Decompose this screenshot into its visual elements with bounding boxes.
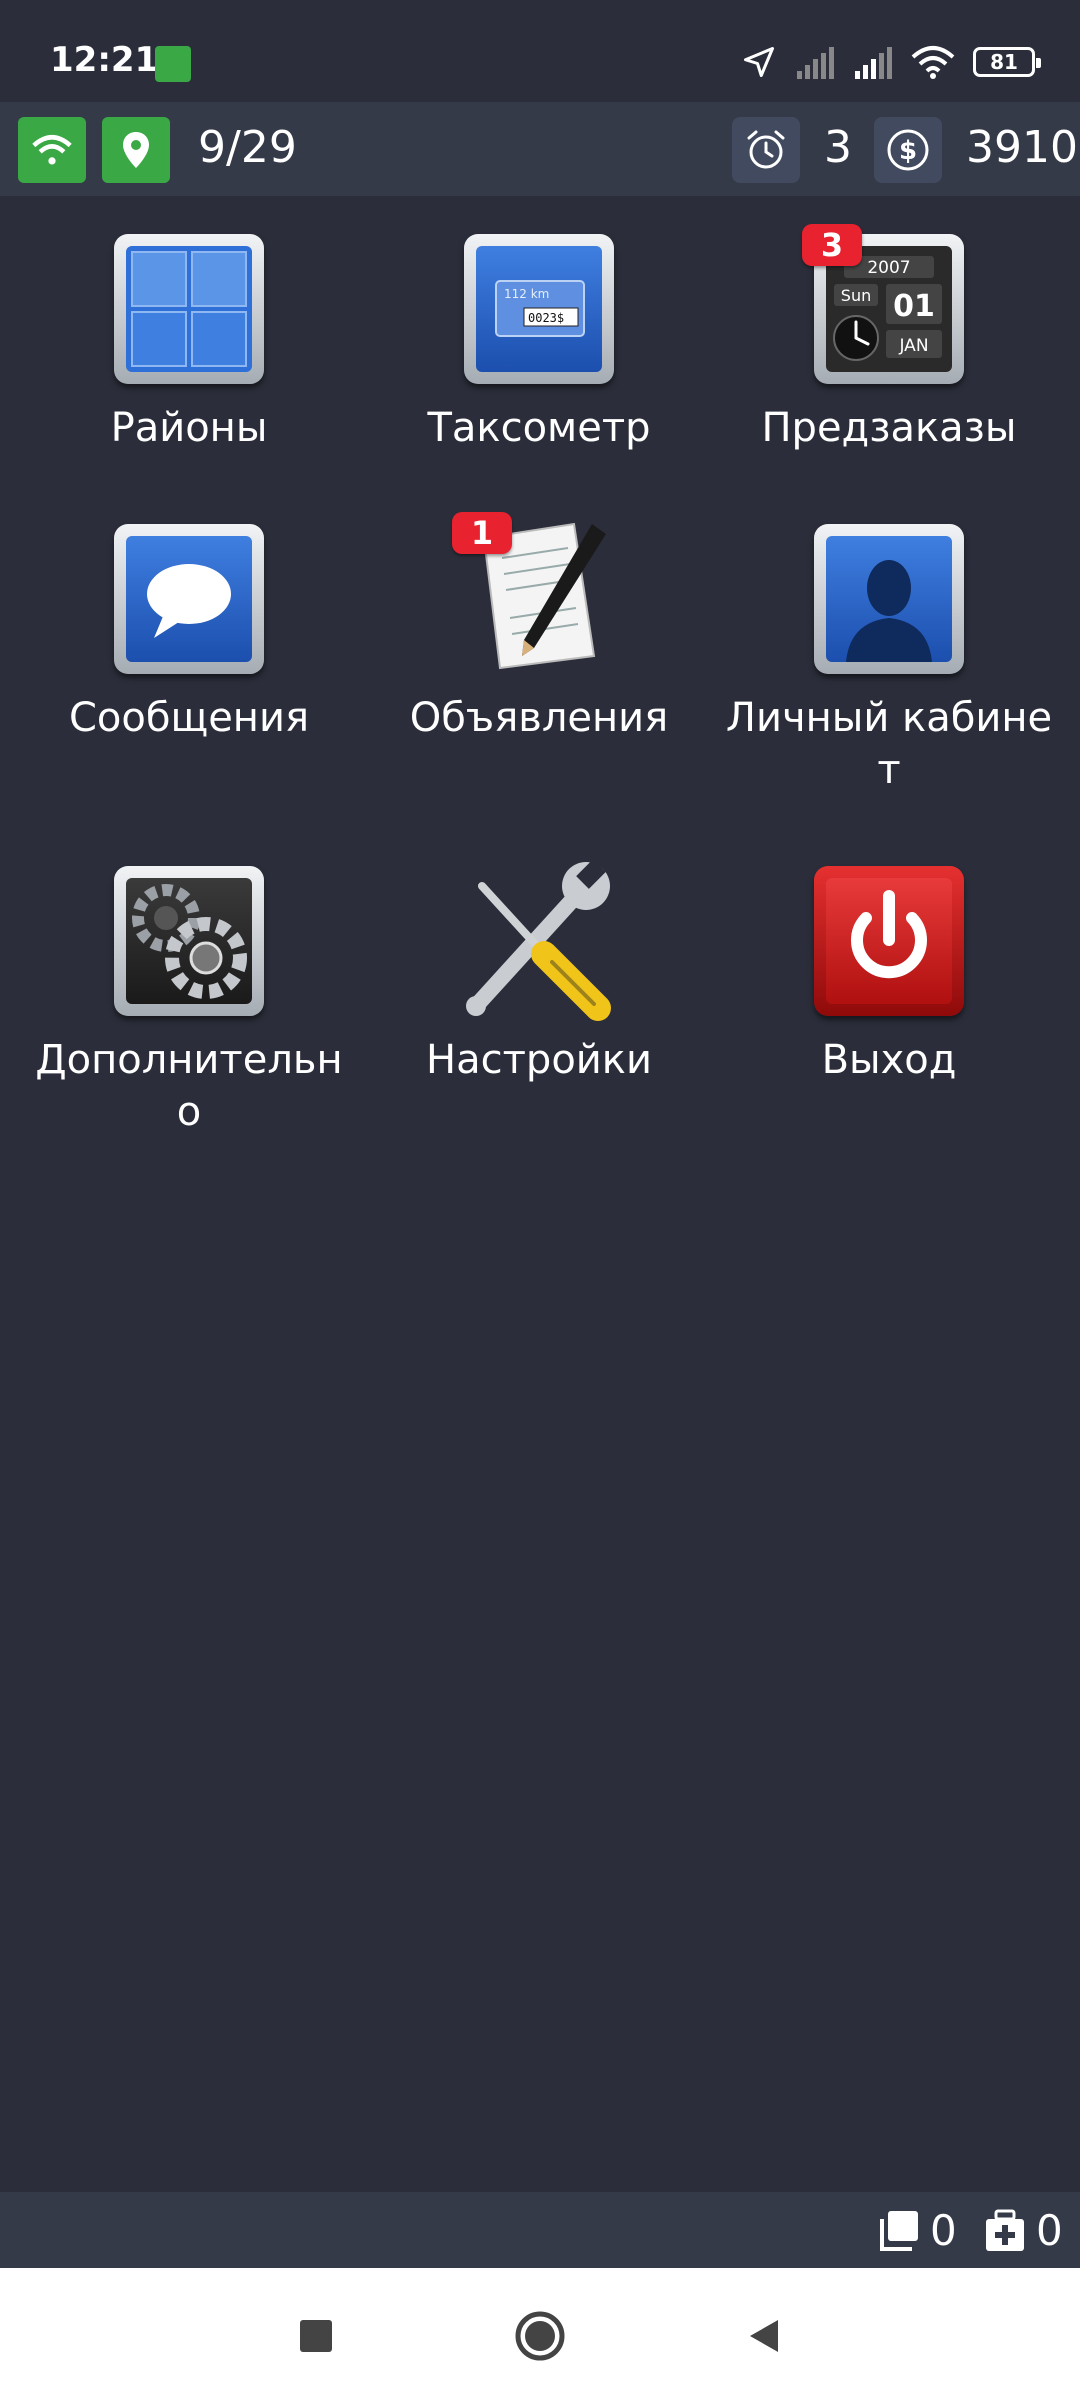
square-icon	[300, 2320, 332, 2352]
queue-counter: 9/29	[198, 122, 297, 173]
system-nav-bar	[0, 2268, 1080, 2400]
wifi-status-button[interactable]	[18, 117, 86, 183]
tile-taximeter[interactable]: 112 km 0023$ Таксометр	[364, 234, 714, 454]
balance-button[interactable]: $	[874, 117, 942, 183]
tile-messages[interactable]: Сообщения	[14, 524, 364, 744]
alarm-count: 3	[824, 122, 852, 173]
announcements-badge: 1	[452, 512, 512, 554]
tile-districts[interactable]: Районы	[14, 234, 364, 454]
tile-label: Дополнительно	[35, 1037, 343, 1135]
location-arrow-icon	[744, 47, 774, 77]
signal-icon	[855, 47, 892, 79]
calendar-weekday: Sun	[841, 286, 871, 305]
calendar-year: 2007	[867, 258, 910, 278]
tile-label: Предзаказы	[761, 405, 1017, 451]
user-silhouette-icon	[814, 524, 964, 674]
taximeter-icon: 112 km 0023$	[464, 234, 614, 384]
location-pin-icon	[123, 132, 149, 168]
calendar-day: 01	[893, 289, 935, 324]
tile-settings[interactable]: Настройки	[364, 859, 714, 1086]
tile-announcements[interactable]: 1 Объявления	[364, 512, 714, 744]
tile-label: Районы	[110, 405, 268, 451]
wifi-icon	[911, 46, 955, 79]
battery-icon: 81	[973, 47, 1041, 77]
gears-icon	[114, 866, 264, 1016]
tile-label: Выход	[821, 1037, 957, 1083]
alarm-clock-icon	[747, 130, 785, 169]
tile-label: Таксометр	[427, 405, 651, 451]
signal-icon	[797, 47, 834, 79]
calendar-month: JAN	[898, 336, 928, 356]
taximeter-amount: 0023$	[528, 311, 564, 325]
svg-text:$: $	[899, 136, 917, 166]
copy-stack-icon	[880, 2210, 918, 2251]
notepad-pen-icon: 1	[452, 512, 614, 674]
battery-level: 81	[990, 50, 1018, 74]
status-bar: 12:21 81	[0, 0, 1080, 100]
districts-grid-icon	[114, 234, 264, 384]
bottom-bar: 0 0	[0, 2192, 1080, 2268]
tile-personal-account[interactable]: Личный кабинет	[714, 524, 1064, 796]
taximeter-distance: 112 km	[504, 287, 549, 301]
speech-bubble-icon	[114, 524, 264, 674]
dollar-coin-icon: $	[887, 129, 929, 171]
tile-label: Сообщения	[68, 695, 310, 741]
status-icons: 81	[741, 42, 1041, 82]
home-button[interactable]	[512, 2308, 568, 2364]
status-time: 12:21	[50, 40, 159, 80]
tile-additional[interactable]: Дополнительно	[14, 866, 364, 1138]
orders-counter[interactable]: 0	[876, 2206, 957, 2255]
tile-preorders[interactable]: 2007 Sun 01 JAN 3 Предзаказы	[714, 224, 1064, 454]
medical-count: 0	[1036, 2206, 1063, 2255]
triangle-back-icon	[750, 2320, 778, 2352]
location-status-button[interactable]	[102, 117, 170, 183]
power-icon	[814, 866, 964, 1016]
balance-value: 3910	[966, 122, 1078, 173]
orders-count: 0	[930, 2206, 957, 2255]
recent-apps-button[interactable]	[288, 2308, 344, 2364]
tile-exit[interactable]: Выход	[714, 866, 1064, 1086]
alarm-button[interactable]	[732, 117, 800, 183]
back-button[interactable]	[736, 2308, 792, 2364]
medical-kit-icon	[986, 2209, 1024, 2251]
info-bar: 9/29 3 $ 3910	[0, 102, 1080, 196]
tile-label: Личный кабинет	[725, 695, 1053, 793]
tools-icon	[464, 859, 614, 1021]
app-notification-icon	[155, 46, 191, 82]
medical-counter[interactable]: 0	[984, 2206, 1063, 2255]
wifi-icon	[32, 135, 72, 165]
circle-icon	[515, 2311, 565, 2361]
tile-label: Объявления	[409, 695, 669, 741]
preorders-badge: 3	[802, 224, 862, 266]
tile-label: Настройки	[426, 1037, 652, 1083]
calendar-clock-icon: 2007 Sun 01 JAN 3	[802, 224, 964, 384]
